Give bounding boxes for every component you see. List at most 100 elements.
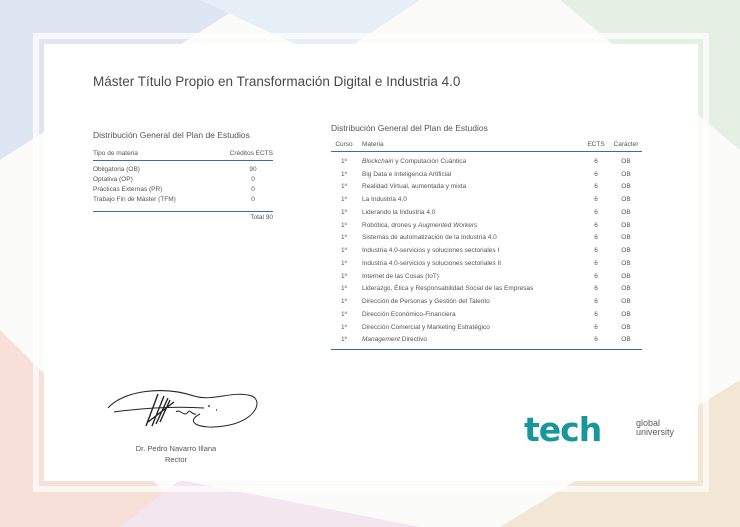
subjects-rows: 1º Blockchain y Computación Cuántica 6 OB 1º…: [331, 152, 642, 351]
subject-caracter: OB: [621, 183, 631, 191]
subject-curso: 1º: [341, 272, 347, 280]
subject-row: 1º Industria 4.0-servicios y soluciones s…: [331, 244, 642, 257]
subject-materia-italic: Augmented Workers: [418, 221, 478, 229]
subject-row: 1º La Industria 4.0 6 OB: [331, 193, 642, 206]
subjects-table: Curso Materia ECTS Carácter 1º Blockchain…: [331, 141, 642, 351]
subject-materia: Liderazgo, Ética y Responsabilidad Socia…: [357, 285, 582, 292]
subject-materia: Realidad Virtual, aumentada y mixta: [357, 183, 582, 190]
summary-row-type: Prácticas Externas (PR): [93, 186, 163, 193]
subject-curso: 1º: [341, 285, 347, 293]
summary-row-credits: 90: [249, 166, 257, 173]
summary-row: Trabajo Fin de Máster (TFM) 0: [93, 195, 273, 205]
subject-materia-text: y Computación Cuántica: [393, 157, 467, 165]
summary-table: Tipo de materia Créditos ECTS Obligatori…: [93, 150, 273, 221]
subject-materia-text: Realidad Virtual, aumentada y mixta: [362, 183, 467, 191]
page-title: Máster Título Propio en Transformación D…: [93, 74, 461, 89]
subject-materia: Big Data e Inteligencia Artificial: [357, 171, 582, 178]
summary-header-row: Tipo de materia Créditos ECTS: [93, 150, 273, 161]
subject-caracter: OB: [621, 323, 631, 331]
subject-curso: 1º: [341, 259, 347, 267]
subject-curso: 1º: [341, 298, 347, 306]
subject-ects: 6: [594, 208, 598, 216]
subject-caracter: OB: [621, 310, 631, 318]
subject-materia-text: Robótica, drones y: [362, 221, 419, 229]
subject-ects: 6: [594, 285, 598, 293]
rector-signature: [107, 390, 258, 428]
subject-caracter: OB: [621, 234, 631, 242]
subject-materia-text: Big Data e Inteligencia Artificial: [362, 170, 452, 178]
subject-materia-text: La Industria 4.0: [362, 196, 407, 204]
subject-ects: 6: [594, 221, 598, 229]
summary-row-type: Trabajo Fin de Máster (TFM): [93, 196, 176, 203]
subject-materia: Internet de las Cosas (IoT): [357, 273, 582, 280]
summary-row-credits: 0: [251, 186, 255, 193]
summary-heading: Distribución General del Plan de Estudio…: [93, 130, 250, 140]
subject-row: 1º Liderazgo, Ética y Responsabilidad Soc…: [331, 283, 642, 296]
subject-curso: 1º: [341, 247, 347, 255]
subject-curso: 1º: [341, 221, 347, 229]
subjects-heading: Distribución General del Plan de Estudio…: [331, 123, 488, 133]
subject-caracter: OB: [621, 170, 631, 178]
subject-caracter: OB: [621, 259, 631, 267]
subject-materia-text: Dirección Comercial y Marketing Estratég…: [362, 323, 490, 331]
summary-rows: Obligatoria (OB) 90 Optativa (OP) 0 Práctica…: [93, 161, 273, 211]
subject-materia: Liderando la Industria 4.0: [357, 209, 582, 216]
summary-row: Obligatoria (OB) 90: [93, 165, 273, 175]
subject-materia: Dirección Comercial y Marketing Estratég…: [357, 324, 582, 331]
subject-caracter: OB: [621, 272, 631, 280]
subject-materia: La Industria 4.0: [357, 196, 582, 203]
subject-materia-text: Sistemas de automatización de la Industr…: [362, 234, 497, 242]
summary-row: Prácticas Externas (PR) 0: [93, 185, 273, 195]
subject-curso: 1º: [341, 170, 347, 178]
subject-caracter: OB: [621, 196, 631, 204]
subject-materia: Robótica, drones y Augmented Workers: [357, 222, 582, 229]
col-ects: ECTS: [587, 141, 605, 148]
summary-col-credits: Créditos ECTS: [229, 150, 273, 157]
subject-curso: 1º: [341, 157, 347, 165]
subject-ects: 6: [594, 170, 598, 178]
subject-materia: Sistemas de automatización de la Industr…: [357, 234, 582, 241]
subject-caracter: OB: [621, 221, 631, 229]
subject-row: 1º Management Directivo 6 OB: [331, 334, 642, 347]
subject-ects: 6: [594, 196, 598, 204]
summary-row-type: Optativa (OP): [93, 176, 133, 183]
subject-curso: 1º: [341, 183, 347, 191]
subject-curso: 1º: [341, 208, 347, 216]
subject-row: 1º Blockchain y Computación Cuántica 6 OB: [331, 155, 642, 168]
summary-row: Optativa (OP) 0: [93, 175, 273, 185]
subject-ects: 6: [594, 336, 598, 344]
logo-tagline: global university: [636, 419, 706, 437]
subject-curso: 1º: [341, 196, 347, 204]
subject-ects: 6: [594, 183, 598, 191]
subject-materia: Dirección Económico-Financiera: [357, 311, 582, 318]
subject-curso: 1º: [341, 336, 347, 344]
subject-materia: Dirección de Personas y Gestión del Tale…: [357, 298, 582, 305]
subject-materia: Industria 4.0-servicios y soluciones sec…: [357, 247, 582, 254]
subject-materia-text: Industria 4.0-servicios y soluciones sec…: [362, 259, 502, 267]
rector-title: Rector: [164, 455, 188, 464]
subject-materia: Industria 4.0-servicios y soluciones sec…: [357, 260, 582, 267]
subject-row: 1º Liderando la Industria 4.0 6 OB: [331, 206, 642, 219]
subject-row: 1º Dirección Comercial y Marketing Estrat…: [331, 321, 642, 334]
subject-caracter: OB: [621, 336, 631, 344]
subject-materia-text: Liderazgo, Ética y Responsabilidad Socia…: [362, 285, 534, 293]
logo-tagline-line2: university: [636, 427, 675, 437]
subject-materia-text: Dirección de Personas y Gestión del Tale…: [362, 298, 490, 306]
subject-row: 1º Dirección Económico-Financiera 6 OB: [331, 308, 642, 321]
col-curso: Curso: [335, 141, 353, 148]
subjects-header-row: Curso Materia ECTS Carácter: [331, 141, 642, 152]
subject-caracter: OB: [621, 208, 631, 216]
subject-materia-italic: Management: [362, 336, 400, 344]
subject-ects: 6: [594, 157, 598, 165]
subject-row: 1º Robótica, drones y Augmented Workers 6 O…: [331, 219, 642, 232]
col-caracter: Carácter: [613, 141, 639, 148]
col-materia: Materia: [362, 141, 384, 148]
subject-materia-text: Directivo: [399, 336, 428, 344]
subject-row: 1º Internet de las Cosas (IoT) 6 OB: [331, 270, 642, 283]
summary-total: Total 90: [93, 211, 273, 221]
subject-row: 1º Dirección de Personas y Gestión del Ta…: [331, 295, 642, 308]
subject-row: 1º Realidad Virtual, aumentada y mixta 6 OB: [331, 181, 642, 194]
subject-materia-text: Liderando la Industria 4.0: [362, 208, 436, 216]
subject-materia-italic: Blockchain: [362, 157, 394, 165]
subject-ects: 6: [594, 298, 598, 306]
